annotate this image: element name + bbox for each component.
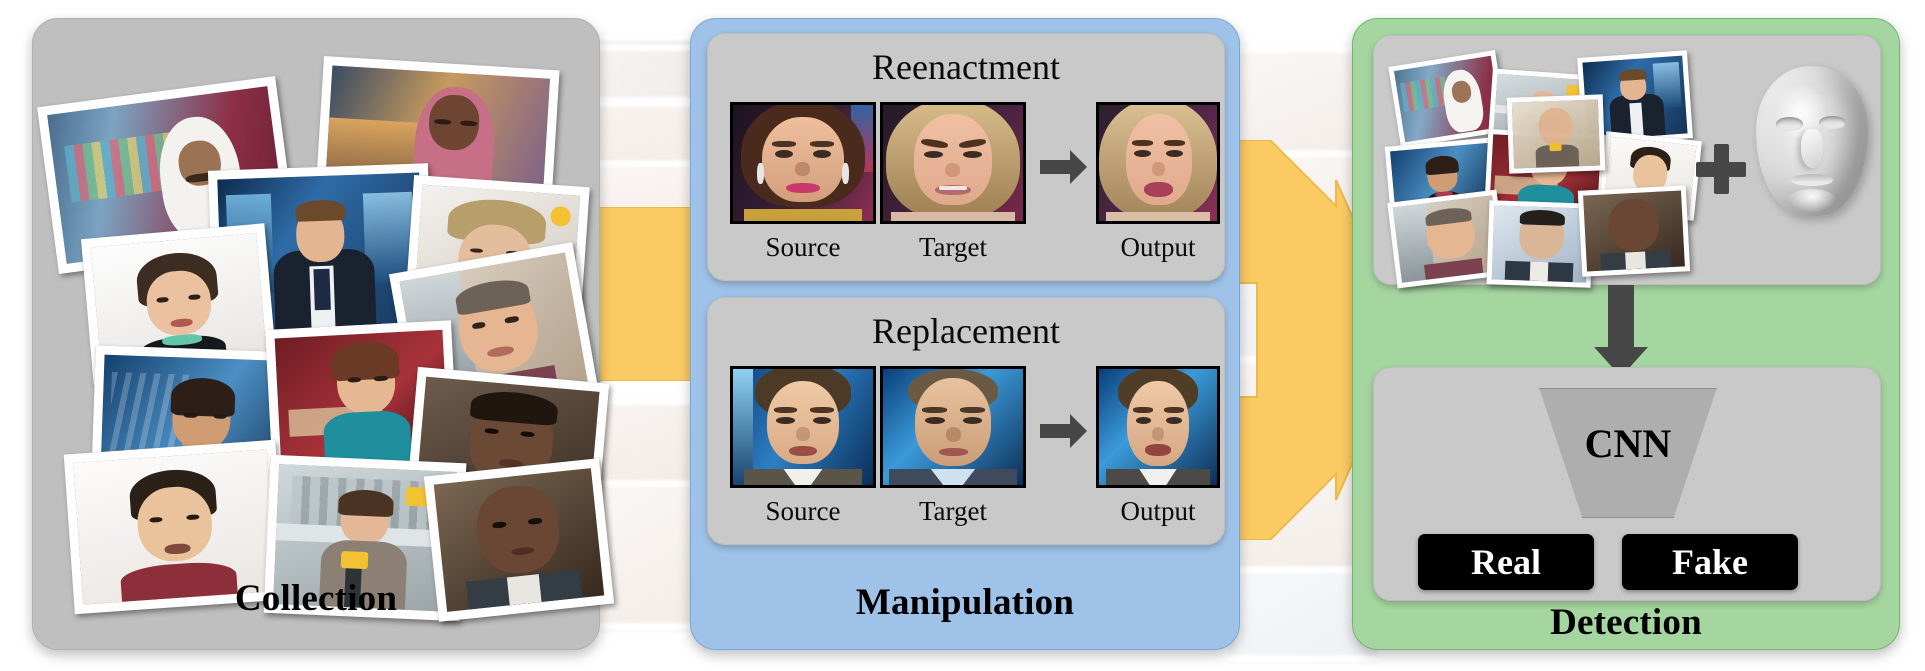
reenactment-source-label: Source [765,232,841,262]
card-replacement: Replacement Source Target Output [707,297,1225,545]
panel-manipulation: Reenactment Source Target Output Replace… [690,18,1240,650]
verdict-real-button[interactable]: Real [1418,534,1594,590]
replacement-output-face [1096,366,1220,488]
panel-collection: Collection [32,18,615,650]
card-reenactment-title: Reenactment [872,47,1060,87]
replacement-target-label: Target [918,496,988,526]
collage-photo [1506,94,1606,174]
figure-canvas: Collection Reenactment Source Target Out… [0,0,1925,671]
reenactment-target-label: Target [918,232,988,262]
right-arrow-icon [1040,414,1088,448]
replacement-source-label: Source [765,496,841,526]
collage-photo [1577,185,1691,277]
replacement-target-face [880,366,1026,488]
card-replacement-title: Replacement [872,311,1060,351]
plus-icon [1696,144,1746,194]
reenactment-source-face [730,102,876,224]
detection-panel-title: Detection [1550,602,1702,643]
card-detection-model: CNN Real Fake [1373,367,1881,601]
replacement-output-label: Output [1120,496,1196,526]
reenactment-output-label: Output [1120,232,1196,262]
right-arrow-icon [1040,150,1088,184]
reenactment-target-face [880,102,1026,224]
replacement-source-face [730,366,876,488]
collection-panel-title: Collection [234,578,398,619]
panel-detection: CNN Real Fake Detection [1352,18,1900,650]
collage-photo [1486,200,1594,288]
cnn-label: CNN [1584,421,1672,466]
card-reenactment: Reenactment Source Target Output [707,33,1225,281]
verdict-fake-button[interactable]: Fake [1622,534,1798,590]
card-detection-input [1373,35,1881,289]
cnn-block: CNN [1508,388,1748,518]
reenactment-output-face [1096,102,1220,224]
3d-face-mesh-icon [1756,66,1868,216]
manipulation-panel-title: Manipulation [855,582,1075,623]
